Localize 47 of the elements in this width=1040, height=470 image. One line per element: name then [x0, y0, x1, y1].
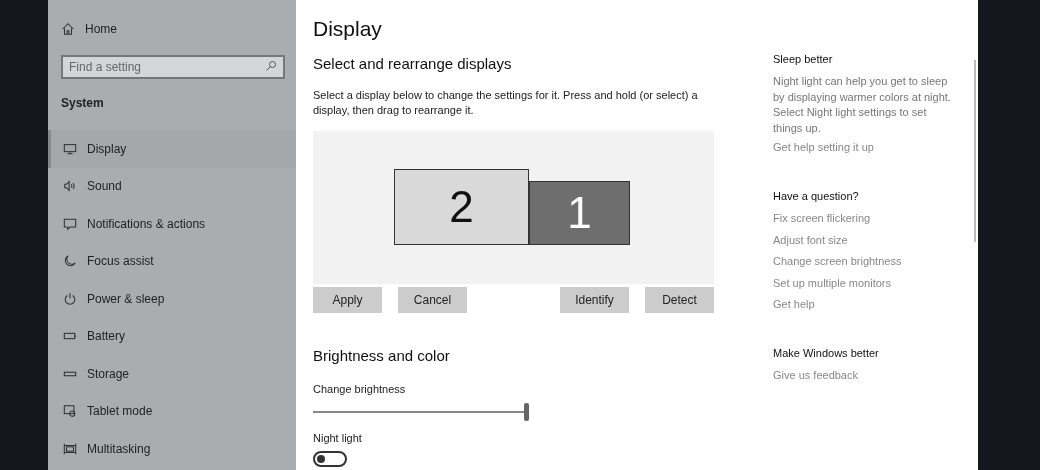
aside-text: Night light can help you get to sleep by displaying warmer colors at night. Select Night light settings to set things up. [773, 74, 952, 136]
page-title: Display [313, 16, 383, 42]
nav-item[interactable]: Multitasking [48, 430, 296, 468]
help-link[interactable]: Fix screen flickering [773, 211, 955, 226]
aside-heading: Make Windows better [773, 346, 880, 361]
scrollbar[interactable] [974, 60, 976, 242]
display-tile[interactable]: 2 [394, 168, 529, 245]
tablet-icon [63, 404, 77, 419]
toggle-label: Night light [313, 430, 363, 446]
moon-icon [63, 254, 77, 269]
home-link[interactable]: Home [85, 20, 117, 38]
nav-item[interactable]: Storage [48, 355, 296, 393]
nav-item[interactable]: Battery [48, 317, 296, 355]
monitor-icon [63, 141, 77, 156]
home-icon [61, 22, 75, 36]
action-button[interactable]: Cancel [398, 286, 467, 313]
search-icon [265, 60, 277, 72]
display-tile[interactable]: 1 [529, 180, 630, 245]
help-link[interactable]: Set up multiple monitors [773, 275, 955, 291]
help-link[interactable]: Adjust font size [773, 232, 955, 248]
slider-label: Change brightness [313, 382, 407, 397]
help-link[interactable]: Give us feedback [773, 368, 955, 383]
help-link[interactable]: Change screen brightness [773, 254, 955, 269]
action-button[interactable]: Detect [645, 286, 714, 313]
section-heading: Brightness and color [313, 345, 451, 366]
nav-item[interactable]: Sound [48, 167, 296, 205]
nav-item[interactable]: Power & sleep [48, 280, 296, 318]
action-button[interactable]: Apply [313, 286, 382, 313]
nav-item[interactable]: Focus assist [48, 242, 296, 280]
night-light-toggle[interactable] [313, 451, 347, 467]
section-heading: Select and rearrange displays [313, 54, 513, 74]
speaker-icon [63, 179, 77, 194]
message-icon [63, 216, 77, 231]
search-field[interactable]: Find a setting [61, 55, 285, 79]
power-icon [63, 291, 77, 306]
description-text: Select a display below to change the settings for it. Press and hold (or select) a display, then drag to rearrange it. [313, 87, 699, 118]
nav-item[interactable]: Display [48, 130, 296, 168]
action-button[interactable]: Identify [560, 286, 629, 313]
help-link[interactable]: Get help [773, 297, 955, 312]
multitask-icon [63, 441, 77, 456]
nav-item[interactable]: Tablet mode [48, 392, 296, 430]
brightness-slider[interactable] [313, 401, 529, 422]
aside-heading: Have a question? [773, 189, 860, 204]
section-heading: System [61, 95, 105, 110]
nav-item[interactable]: Notifications & actions [48, 205, 296, 243]
aside-heading: Sleep better [773, 52, 834, 67]
help-link[interactable]: Get help setting it up [773, 140, 955, 155]
